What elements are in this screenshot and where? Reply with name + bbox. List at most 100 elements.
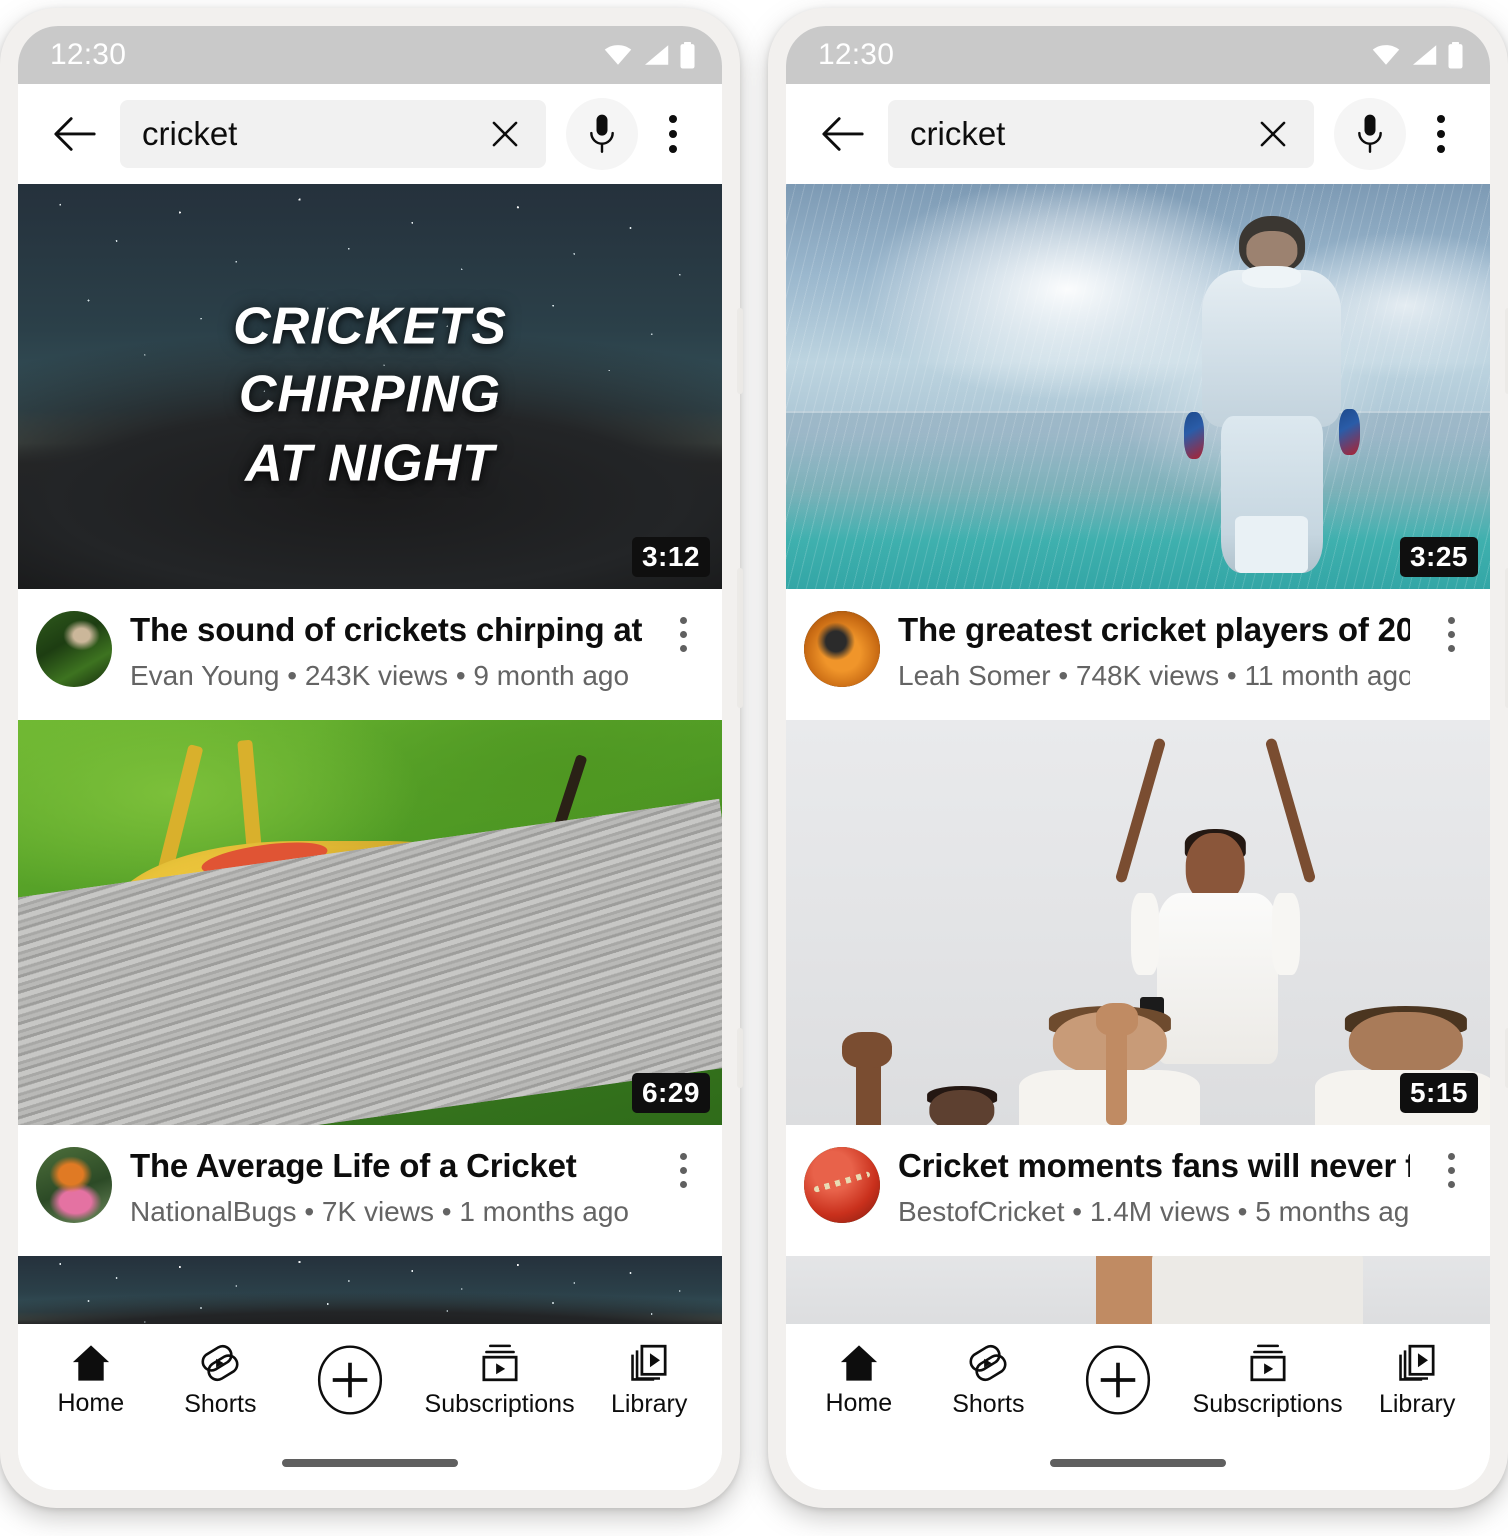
clear-search-button[interactable] [1246,107,1300,161]
nav-item-subscriptions[interactable]: Subscriptions [1193,1342,1343,1419]
phone-screen: 12:30 [786,26,1490,1490]
more-vertical-icon [1447,617,1455,652]
status-time: 12:30 [50,38,127,71]
channel-avatar[interactable] [804,611,880,687]
phone-power-button [737,1028,743,1088]
voice-search-button[interactable] [566,98,638,170]
nav-label: Subscriptions [424,1389,575,1418]
bottom-navigation-bar: Home Shorts Subscriptions Library [786,1324,1490,1436]
library-icon [631,1344,667,1381]
library-icon [1399,1344,1435,1381]
video-overflow-button[interactable] [660,609,706,652]
phone-volume-button [737,568,743,708]
overflow-menu-button[interactable] [644,99,702,169]
video-info-row[interactable]: Cricket moments fans will never forget B… [786,1124,1490,1256]
nav-item-shorts[interactable]: Shorts [933,1342,1043,1419]
video-info-row[interactable]: The sound of crickets chirping at night … [18,589,722,720]
video-overflow-button[interactable] [1428,609,1474,652]
search-input[interactable]: cricket [888,100,1314,168]
video-overflow-button[interactable] [660,1145,706,1188]
face [1246,230,1298,270]
clear-search-button[interactable] [478,107,532,161]
nav-item-subscriptions[interactable]: Subscriptions [425,1342,575,1419]
nav-item-library[interactable]: Library [1362,1342,1472,1419]
cricket-ball-avatar-image [804,1146,880,1223]
channel-avatar[interactable] [36,611,112,687]
status-icons [1371,41,1464,69]
raised-arm [1264,737,1317,884]
nav-item-create[interactable] [295,1343,405,1417]
wifi-icon [603,44,633,66]
video-duration-badge: 5:15 [1399,1072,1478,1113]
head [929,1089,995,1125]
video-overflow-button[interactable] [1428,1145,1474,1188]
status-bar: 12:30 [18,26,722,84]
cellular-signal-icon [642,44,670,66]
shorts-icon [201,1344,239,1381]
back-button[interactable] [44,103,106,165]
channel-avatar[interactable] [804,1146,880,1223]
grasshopper-on-wood-image [18,719,722,1125]
search-input[interactable]: cricket [120,100,546,168]
torso [1152,1255,1364,1324]
more-vertical-icon [669,115,677,153]
home-indicator-area [18,1436,722,1490]
nav-item-create[interactable] [1063,1343,1173,1417]
thumbnail-overlay-text: CRICKETS CHIRPING AT NIGHT [18,292,722,498]
night-sky-partial-image [18,1255,722,1324]
home-indicator[interactable] [1050,1459,1226,1467]
nav-label: Home [57,1388,125,1417]
torso [1202,269,1342,427]
raised-arm [1106,1027,1128,1125]
video-thumbnail-partial[interactable] [786,1255,1490,1324]
overflow-menu-button[interactable] [1412,99,1470,169]
video-meta: The Average Life of a Cricket NationalBu… [130,1145,642,1228]
nav-label: Library [1378,1389,1456,1418]
collar [1242,266,1302,288]
video-thumbnail[interactable]: 5:15 [786,719,1490,1125]
search-results-feed[interactable]: CRICKETS CHIRPING AT NIGHT 3:12 The soun… [18,184,722,1324]
video-title: The Average Life of a Cricket [130,1146,577,1184]
nav-label: Shorts [184,1389,257,1418]
close-icon [1260,121,1286,147]
cricket-batsman-stadium-image [786,184,1490,589]
video-info-row[interactable]: The greatest cricket players of 2020 Lea… [786,589,1490,720]
arm [1095,1255,1160,1324]
shorts-icon [969,1344,1007,1381]
teammate [906,1084,1019,1125]
wood-plank [18,799,722,1125]
thumbnail-text-line-2: CHIRPING [238,365,502,424]
video-title: The sound of crickets chirping at night [130,611,642,648]
back-button[interactable] [812,103,874,165]
back-arrow-icon [54,117,96,151]
video-thumbnail[interactable]: 6:29 [18,719,722,1125]
battery-icon [1447,41,1464,69]
channel-avatar[interactable] [36,1146,112,1223]
sleeve [1272,892,1300,975]
more-vertical-icon [1447,1152,1455,1188]
home-indicator[interactable] [282,1459,458,1467]
phone-left: 12:30 cricket CRICKETS CHIRPING AT NIGHT… [0,8,743,1508]
video-info-row[interactable]: The Average Life of a Cricket NationalBu… [18,1124,722,1256]
home-icon [840,1344,877,1381]
search-results-feed[interactable]: 3:25 The greatest cricket players of 202… [786,184,1490,1324]
video-thumbnail[interactable]: CRICKETS CHIRPING AT NIGHT 3:12 [18,184,722,589]
voice-search-button[interactable] [1334,98,1406,170]
close-icon [492,121,518,147]
video-subtitle: BestofCricket • 1.4M views • 5 months ag… [898,1195,1410,1227]
video-thumbnail-partial[interactable] [18,1255,722,1324]
video-duration-badge: 3:25 [1399,537,1478,577]
search-query-text: cricket [910,115,1006,152]
more-vertical-icon [679,617,687,652]
subscriptions-icon [482,1344,518,1381]
nav-item-home[interactable]: Home [804,1343,914,1418]
create-plus-icon [1085,1345,1151,1415]
stars-overlay [18,1255,722,1324]
nav-item-shorts[interactable]: Shorts [165,1342,275,1419]
back-arrow-icon [822,117,864,151]
nav-item-home[interactable]: Home [36,1343,146,1418]
celebration-partial-image [786,1255,1490,1324]
nav-item-library[interactable]: Library [594,1342,704,1419]
video-meta: Cricket moments fans will never forget B… [898,1145,1410,1228]
video-thumbnail[interactable]: 3:25 [786,184,1490,589]
